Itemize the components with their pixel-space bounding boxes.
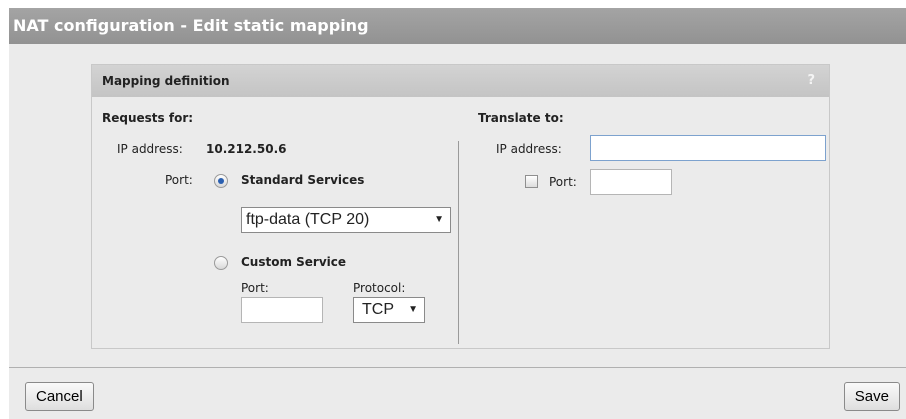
content-area: Mapping definition ? Requests for: IP ad… (9, 44, 906, 367)
protocol-select[interactable]: TCP ▼ (353, 297, 425, 323)
chevron-down-icon: ▼ (434, 214, 444, 225)
standard-services-radio[interactable] (214, 174, 228, 188)
standard-service-select-value: ftp-data (TCP 20) (246, 211, 370, 228)
custom-service-radio[interactable] (214, 256, 228, 270)
cancel-button[interactable]: Cancel (25, 382, 94, 411)
translate-to-heading: Translate to: (478, 111, 564, 125)
translate-ip-label: IP address: (496, 142, 562, 156)
footer-bar: Cancel Save (9, 367, 906, 419)
ip-address-label: IP address: (117, 142, 183, 156)
port-label: Port: (165, 173, 193, 187)
top-strip (0, 0, 906, 8)
protocol-label: Protocol: (353, 281, 406, 295)
chevron-down-icon: ▼ (408, 304, 418, 315)
translate-ip-input[interactable] (590, 135, 826, 161)
page-title: NAT configuration - Edit static mapping (9, 8, 906, 44)
help-icon[interactable]: ? (807, 65, 815, 97)
column-divider (458, 141, 459, 344)
translate-port-label: Port: (549, 175, 577, 189)
custom-service-label: Custom Service (241, 255, 347, 269)
requests-for-heading: Requests for: (102, 111, 194, 125)
custom-port-input[interactable] (241, 297, 323, 323)
standard-service-select[interactable]: ftp-data (TCP 20) ▼ (241, 207, 451, 233)
panel-header: Mapping definition ? (92, 65, 829, 97)
protocol-select-value: TCP (362, 301, 394, 318)
mapping-definition-panel: Mapping definition ? Requests for: IP ad… (91, 64, 830, 349)
panel-title: Mapping definition (102, 74, 230, 88)
ip-address-value: 10.212.50.6 (206, 142, 287, 156)
custom-port-label: Port: (241, 281, 269, 295)
save-button[interactable]: Save (843, 382, 900, 411)
translate-port-input[interactable] (590, 169, 672, 195)
standard-services-label: Standard Services (241, 173, 365, 187)
translate-port-checkbox[interactable] (525, 175, 538, 188)
